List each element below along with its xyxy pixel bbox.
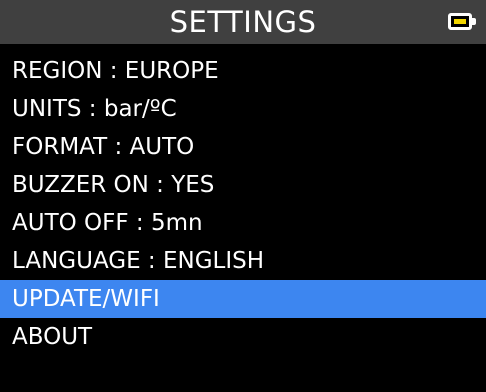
menu-item-region[interactable]: REGION : EUROPE bbox=[0, 52, 486, 90]
battery-level-fill bbox=[454, 19, 466, 24]
settings-menu: REGION : EUROPE UNITS : bar/ºC FORMAT : … bbox=[0, 52, 486, 356]
menu-item-units[interactable]: UNITS : bar/ºC bbox=[0, 90, 486, 128]
menu-item-auto-off[interactable]: AUTO OFF : 5mn bbox=[0, 204, 486, 242]
menu-item-language[interactable]: LANGUAGE : ENGLISH bbox=[0, 242, 486, 280]
menu-item-about[interactable]: ABOUT bbox=[0, 318, 486, 356]
title-bar: SETTINGS bbox=[0, 0, 486, 44]
menu-item-update-wifi[interactable]: UPDATE/WIFI bbox=[0, 280, 486, 318]
battery-tip bbox=[472, 18, 476, 25]
page-title: SETTINGS bbox=[169, 5, 317, 39]
menu-item-format[interactable]: FORMAT : AUTO bbox=[0, 128, 486, 166]
battery-icon bbox=[448, 13, 472, 30]
menu-item-buzzer[interactable]: BUZZER ON : YES bbox=[0, 166, 486, 204]
device-screen: SETTINGS REGION : EUROPE UNITS : bar/ºC … bbox=[0, 0, 486, 392]
